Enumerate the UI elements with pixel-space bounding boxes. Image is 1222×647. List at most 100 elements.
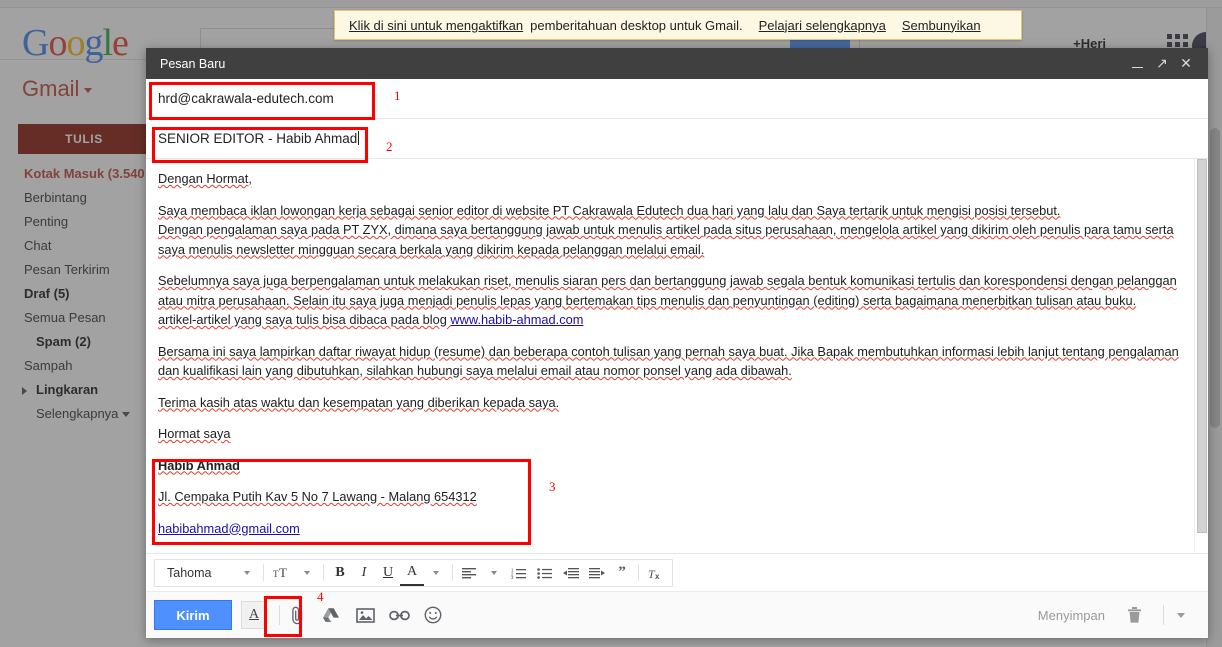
font-family-label: Tahoma [167,566,211,580]
indent-less-button[interactable] [558,560,584,586]
annotation-number-2: 2 [386,139,393,155]
signature-address: Jl. Cempaka Putih Kav 5 No 7 Lawang - Ma… [158,487,1182,507]
quote-button[interactable]: ” [610,560,634,586]
expand-icon[interactable]: ↗ [1150,53,1174,75]
signature-name-text: Habib Ahmad [158,458,240,473]
body-closing: Hormat saya [158,424,1182,444]
font-family-caret[interactable] [235,560,259,586]
toolbar-divider [452,564,453,581]
font-size-caret[interactable] [295,560,319,586]
italic-label: I [362,565,367,581]
text-color-button[interactable]: A [400,560,424,586]
chevron-down-icon [433,571,439,575]
font-size-icon: TT [273,565,290,580]
banner-text: pemberitahuan desktop untuk Gmail. [530,18,742,33]
underline-button[interactable]: U [376,560,400,586]
body-p3-text: Bersama ini saya lampirkan daftar riwaya… [158,344,1179,379]
body-paragraph-4: Terima kasih atas waktu dan kesempatan y… [158,393,1182,413]
underline-label: U [383,565,393,581]
svg-text:x: x [655,572,660,580]
chevron-down-icon [491,571,497,575]
close-icon[interactable]: ✕ [1174,53,1198,75]
indent-more-button[interactable] [584,560,610,586]
bold-button[interactable]: B [328,560,352,586]
body-greeting: Dengan Hormat, [158,169,1182,189]
paperclip-glyph [289,606,306,625]
trash-glyph [1127,607,1142,624]
minimize-icon[interactable] [1126,53,1150,75]
compose-window: Pesan Baru ↗ ✕ hrd@cakrawala-edutech.com… [146,48,1208,638]
body-scrollbar[interactable] [1194,159,1208,553]
bulleted-list-icon [537,567,553,579]
body-closing-text: Hormat saya [158,426,231,441]
save-status: Menyimpan [1038,608,1105,623]
remove-formatting-icon: Tx [648,566,665,580]
desktop-notification-banner: Klik di sini untuk mengaktifkan pemberita… [334,10,1022,40]
align-button[interactable] [457,560,482,586]
to-field[interactable]: hrd@cakrawala-edutech.com [146,79,1208,119]
text-color-label: A [407,565,417,578]
annotation-number-1: 1 [394,88,401,104]
signature-email-link[interactable]: habibahmad@gmail.com [158,521,300,536]
drive-glyph [322,607,340,624]
to-field-value: hrd@cakrawala-edutech.com [158,91,334,106]
body-scrollbar-thumb[interactable] [1197,159,1207,533]
insert-link-icon[interactable] [382,600,416,630]
insert-photo-icon[interactable] [348,600,382,630]
blog-link[interactable]: www.habib-ahmad.com [450,312,583,327]
toolbar-divider [263,564,264,581]
font-family-select[interactable]: Tahoma [157,560,235,586]
more-options-button[interactable] [1164,600,1198,630]
signature-name: Habib Ahmad [158,456,1182,476]
link-glyph [389,609,410,622]
font-size-button[interactable]: TT [268,560,295,586]
body-p2-line1: Sebelumnya saya juga berpengalaman untuk… [158,273,1177,308]
paperclip-icon[interactable] [280,600,314,630]
text-color-caret[interactable] [424,560,448,586]
indent-more-icon [589,567,605,579]
insert-emoji-icon[interactable] [416,600,450,630]
body-p2-line2: artikel-artikel yang saya tulis bisa dib… [158,312,450,327]
numbered-list-button[interactable]: 123 [506,560,532,586]
annotation-number-4: 4 [317,589,324,605]
annotation-number-3: 3 [549,479,556,495]
svg-text:3: 3 [511,575,514,579]
subject-field-value: SENIOR EDITOR - Habib Ahmad [158,131,359,146]
formatting-toolbar: Tahoma TT B I U A 123 [146,553,1208,591]
compose-window-title: Pesan Baru [160,57,1126,71]
body-p1-line1: Saya membaca iklan lowongan kerja sebaga… [158,203,1060,218]
bulleted-list-button[interactable] [532,560,558,586]
align-left-icon [462,567,477,579]
bold-label: B [335,565,344,581]
signature-email: habibahmad@gmail.com [158,519,1182,539]
message-body[interactable]: Dengan Hormat, Saya membaca iklan lowong… [146,159,1194,553]
chevron-down-icon [244,571,250,575]
compose-title-bar: Pesan Baru ↗ ✕ [146,48,1208,79]
banner-activate-link[interactable]: Klik di sini untuk mengaktifkan [349,18,523,33]
body-greeting-text: Dengan Hormat, [158,171,252,186]
toolbar-divider [323,564,324,581]
remove-formatting-button[interactable]: Tx [643,560,670,586]
quote-glyph: ” [618,564,626,581]
emoji-glyph [424,606,442,624]
trash-icon[interactable] [1117,600,1151,630]
chevron-down-icon [304,571,310,575]
signature-address-text: Jl. Cempaka Putih Kav 5 No 7 Lawang - Ma… [158,489,477,504]
indent-less-icon [563,567,579,579]
body-paragraph-3: Bersama ini saya lampirkan daftar riwaya… [158,342,1182,381]
compose-action-bar: Kirim A Menyimpan [146,591,1208,638]
svg-text:T: T [279,565,287,580]
banner-hide-link[interactable]: Sembunyikan [902,18,981,33]
subject-field[interactable]: SENIOR EDITOR - Habib Ahmad [146,119,1208,159]
body-p1-line2: Dengan pengalaman saya pada PT ZYX, dima… [158,222,1174,257]
body-paragraph-1: Saya membaca iklan lowongan kerja sebaga… [158,201,1182,260]
toolbar-divider [638,564,639,581]
numbered-list-icon: 123 [511,567,527,579]
align-caret[interactable] [482,560,506,586]
banner-learn-more-link[interactable]: Pelajari selengkapnya [759,18,886,33]
signature-phone: 0822.6543.9876 [158,550,1182,553]
italic-button[interactable]: I [352,560,376,586]
photo-glyph [356,607,375,624]
format-text-icon[interactable]: A [241,601,267,629]
send-button[interactable]: Kirim [154,600,232,630]
